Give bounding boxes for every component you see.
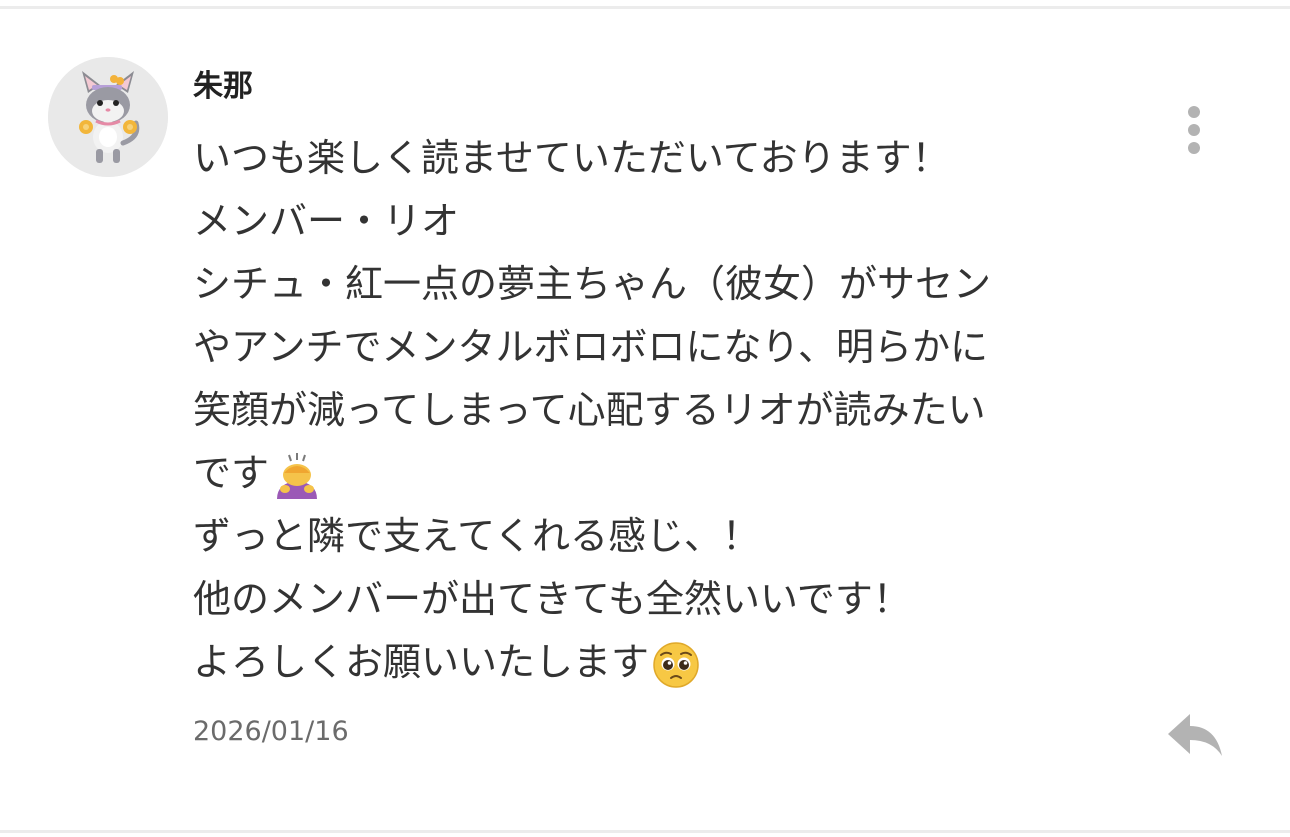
comment-line-text: ずっと隣で支えてくれる感じ、！ xyxy=(193,514,760,558)
comment-line: 笑顔が減ってしまって心配するリオが読みたい xyxy=(193,379,1153,442)
comment-line: メンバー・リオ xyxy=(193,190,1153,253)
top-divider xyxy=(0,6,1290,9)
comment-line-text: やアンチでメンタルボロボロになり、明らかに xyxy=(193,325,988,369)
comment-line-text: シチュ・紅一点の夢主ちゃん（彼女）がサセン xyxy=(193,262,992,306)
comment-text: いつも楽しく読ませていただいております！ メンバー・リオ シチュ・紅一点の夢主ち… xyxy=(193,127,1153,694)
more-options-button[interactable] xyxy=(1176,100,1212,160)
author-name[interactable]: 朱那 xyxy=(193,66,253,108)
comment-line-text: 他のメンバーが出てきても全然いいです！ xyxy=(193,577,911,621)
comment-card: 朱那 いつも楽しく読ませていただいております！ メンバー・リオ シチュ・紅一点の… xyxy=(0,0,1290,837)
comment-line-text: です xyxy=(193,451,270,495)
comment-line-text: 笑顔が減ってしまって心配するリオが読みたい xyxy=(193,388,986,432)
avatar[interactable] xyxy=(48,57,168,177)
comment-line: よろしくお願いいたします xyxy=(193,631,1153,694)
comment-date: 2026/01/16 xyxy=(193,716,349,747)
comment-line-text: メンバー・リオ xyxy=(193,199,460,243)
person-bowing-emoji xyxy=(271,451,323,501)
reply-button[interactable] xyxy=(1160,708,1230,768)
comment-line: やアンチでメンタルボロボロになり、明らかに xyxy=(193,316,1153,379)
cat-mascot-avatar-icon xyxy=(48,57,168,177)
pleading-face-emoji xyxy=(651,640,701,690)
bottom-divider xyxy=(0,830,1290,833)
comment-line: 他のメンバーが出てきても全然いいです！ xyxy=(193,568,1153,631)
comment-line-text: よろしくお願いいたします xyxy=(193,640,650,684)
comment-line: シチュ・紅一点の夢主ちゃん（彼女）がサセン xyxy=(193,253,1153,316)
reply-arrow-icon xyxy=(1168,714,1222,756)
comment-line-text: いつも楽しく読ませていただいております！ xyxy=(193,136,950,180)
comment-line: です xyxy=(193,442,1153,505)
comment-line: ずっと隣で支えてくれる感じ、！ xyxy=(193,505,1153,568)
comment-line: いつも楽しく読ませていただいております！ xyxy=(193,127,1153,190)
